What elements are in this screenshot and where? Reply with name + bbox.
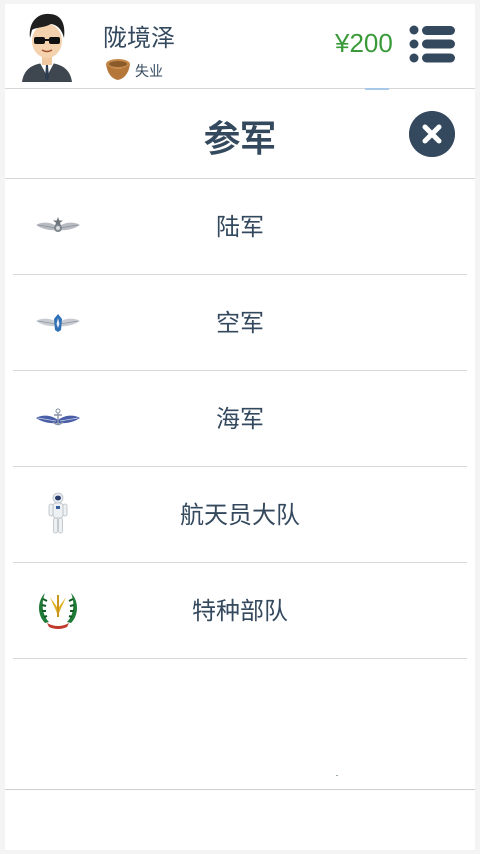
wooden-bowl-icon (106, 59, 130, 80)
option-label: 特种部队 (192, 597, 288, 625)
modal-title: 参军 (203, 119, 276, 160)
option-label: 陆军 (216, 213, 264, 241)
list-menu-icon[interactable] (409, 25, 455, 63)
avatar[interactable] (18, 8, 76, 82)
app-frame: 陇境泽 失业 ¥200 参军 陆军 空军 海军 航天员大队 特种部队 (5, 4, 475, 850)
option-air-force[interactable]: 空军 (13, 275, 467, 371)
money-display: ¥200 (335, 28, 393, 58)
player-name: 陇境泽 (103, 24, 175, 52)
option-label: 空军 (216, 309, 264, 337)
tab-indicator (365, 88, 389, 90)
close-icon[interactable] (409, 111, 455, 157)
stray-dot (336, 775, 338, 776)
option-astronaut-corps[interactable]: 航天员大队 (13, 467, 467, 563)
option-army[interactable]: 陆军 (13, 179, 467, 275)
job-label: 失业 (135, 64, 163, 80)
option-navy[interactable]: 海军 (13, 371, 467, 467)
option-label: 航天员大队 (180, 501, 300, 529)
status-header: 陇境泽 失业 ¥200 (5, 4, 475, 88)
header-divider (5, 88, 475, 89)
option-special-forces[interactable]: 特种部队 (13, 563, 467, 659)
footer-divider (5, 789, 475, 790)
military-branch-list: 陆军 空军 海军 航天员大队 特种部队 (13, 179, 467, 659)
job-status: 失业 (105, 56, 163, 82)
option-label: 海军 (216, 405, 264, 433)
